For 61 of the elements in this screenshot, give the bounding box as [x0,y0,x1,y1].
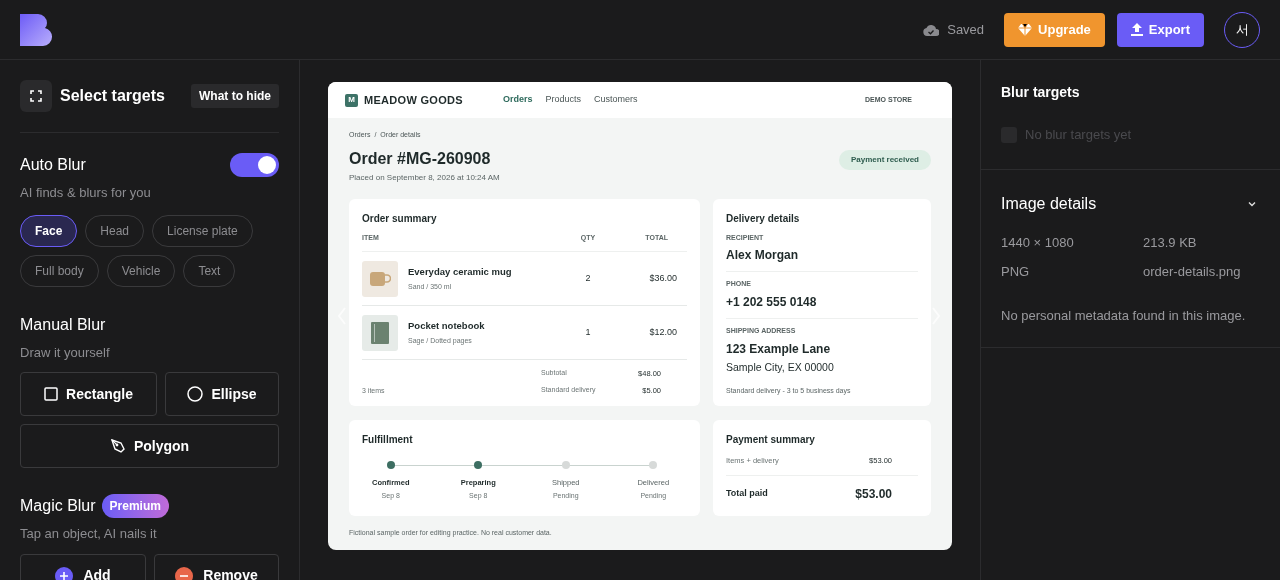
recipient-name: Alex Morgan [726,246,918,272]
metadata-note: No personal metadata found in this image. [1001,306,1247,325]
address-line: Sample City, EX 00000 [726,360,835,375]
nav-link[interactable]: Orders [503,93,533,107]
export-button[interactable]: Export [1116,12,1204,47]
remove-button[interactable]: Remove [154,553,279,580]
target-chip[interactable]: Face [20,214,78,247]
section-title: Image details [1001,193,1097,214]
card-title: Payment summary [726,432,816,447]
pen-tool-icon [109,438,126,454]
address-line: 123 Example Lane [726,341,832,358]
circle-icon [187,386,204,402]
panel-title: Select targets [60,86,165,106]
order-title: Order #MG-260908 [349,149,492,168]
minus-icon [175,566,194,580]
premium-badge: Premium [101,494,169,518]
mug-icon [369,270,391,287]
polygon-tool-button[interactable]: Polygon [20,424,279,468]
brand-logo: M [345,93,358,107]
item-total: $12.00 [648,325,678,339]
section-subtitle: AI finds & blurs for you [20,184,152,202]
plus-icon [55,566,74,580]
ellipse-tool-button[interactable]: Ellipse [165,372,279,416]
corners-icon [30,90,42,102]
order-date: Placed on September 8, 2026 at 10:24 AM [349,171,500,184]
card-title: Delivery details [726,211,801,226]
brand-name: MEADOW GOODS [364,92,464,108]
card-title: Order summary [362,211,438,226]
total-label: Total paid [726,487,768,500]
status-badge: Payment received [838,149,931,170]
detail-value: PNG [1001,263,1031,281]
logo-icon [20,13,52,46]
rectangle-tool-button[interactable]: Rectangle [20,372,157,416]
phone-number: +1 202 555 0148 [726,292,918,319]
gem-icon [1018,23,1033,36]
item-quantity: 1 [584,325,592,339]
upload-icon [1130,23,1143,36]
section-title: Blur targets [1001,83,1081,102]
section-title: Manual Blur [20,314,107,335]
auto-blur-toggle[interactable] [230,153,279,177]
cloud-check-icon [923,23,940,36]
total-value: $53.00 [855,485,892,503]
item-quantity: 2 [584,271,592,285]
add-button[interactable]: Add [20,553,146,580]
section-subtitle: Draw it yourself [20,343,111,362]
save-status: Saved [947,20,985,39]
notebook-icon [370,320,390,345]
what-to-hide-button[interactable]: What to hide [191,84,279,108]
section-title: Magic Blur [20,496,96,516]
item-total: $36.00 [648,271,678,285]
item-name: Pocket notebook [408,318,485,333]
detail-value: 213.9 KB [1143,233,1198,252]
nav-link[interactable]: Customers [594,93,638,107]
detail-value: order-details.png [1143,263,1242,281]
item-name: Everyday ceramic mug [408,264,512,279]
section-subtitle: Tap an object, AI nails it [20,525,158,543]
detail-value: 1440 × 1080 [1001,233,1075,252]
nav-link[interactable]: Products [545,93,582,107]
section-title: Auto Blur [20,155,86,175]
card-title: Fulfillment [361,432,414,447]
square-icon [44,387,59,401]
